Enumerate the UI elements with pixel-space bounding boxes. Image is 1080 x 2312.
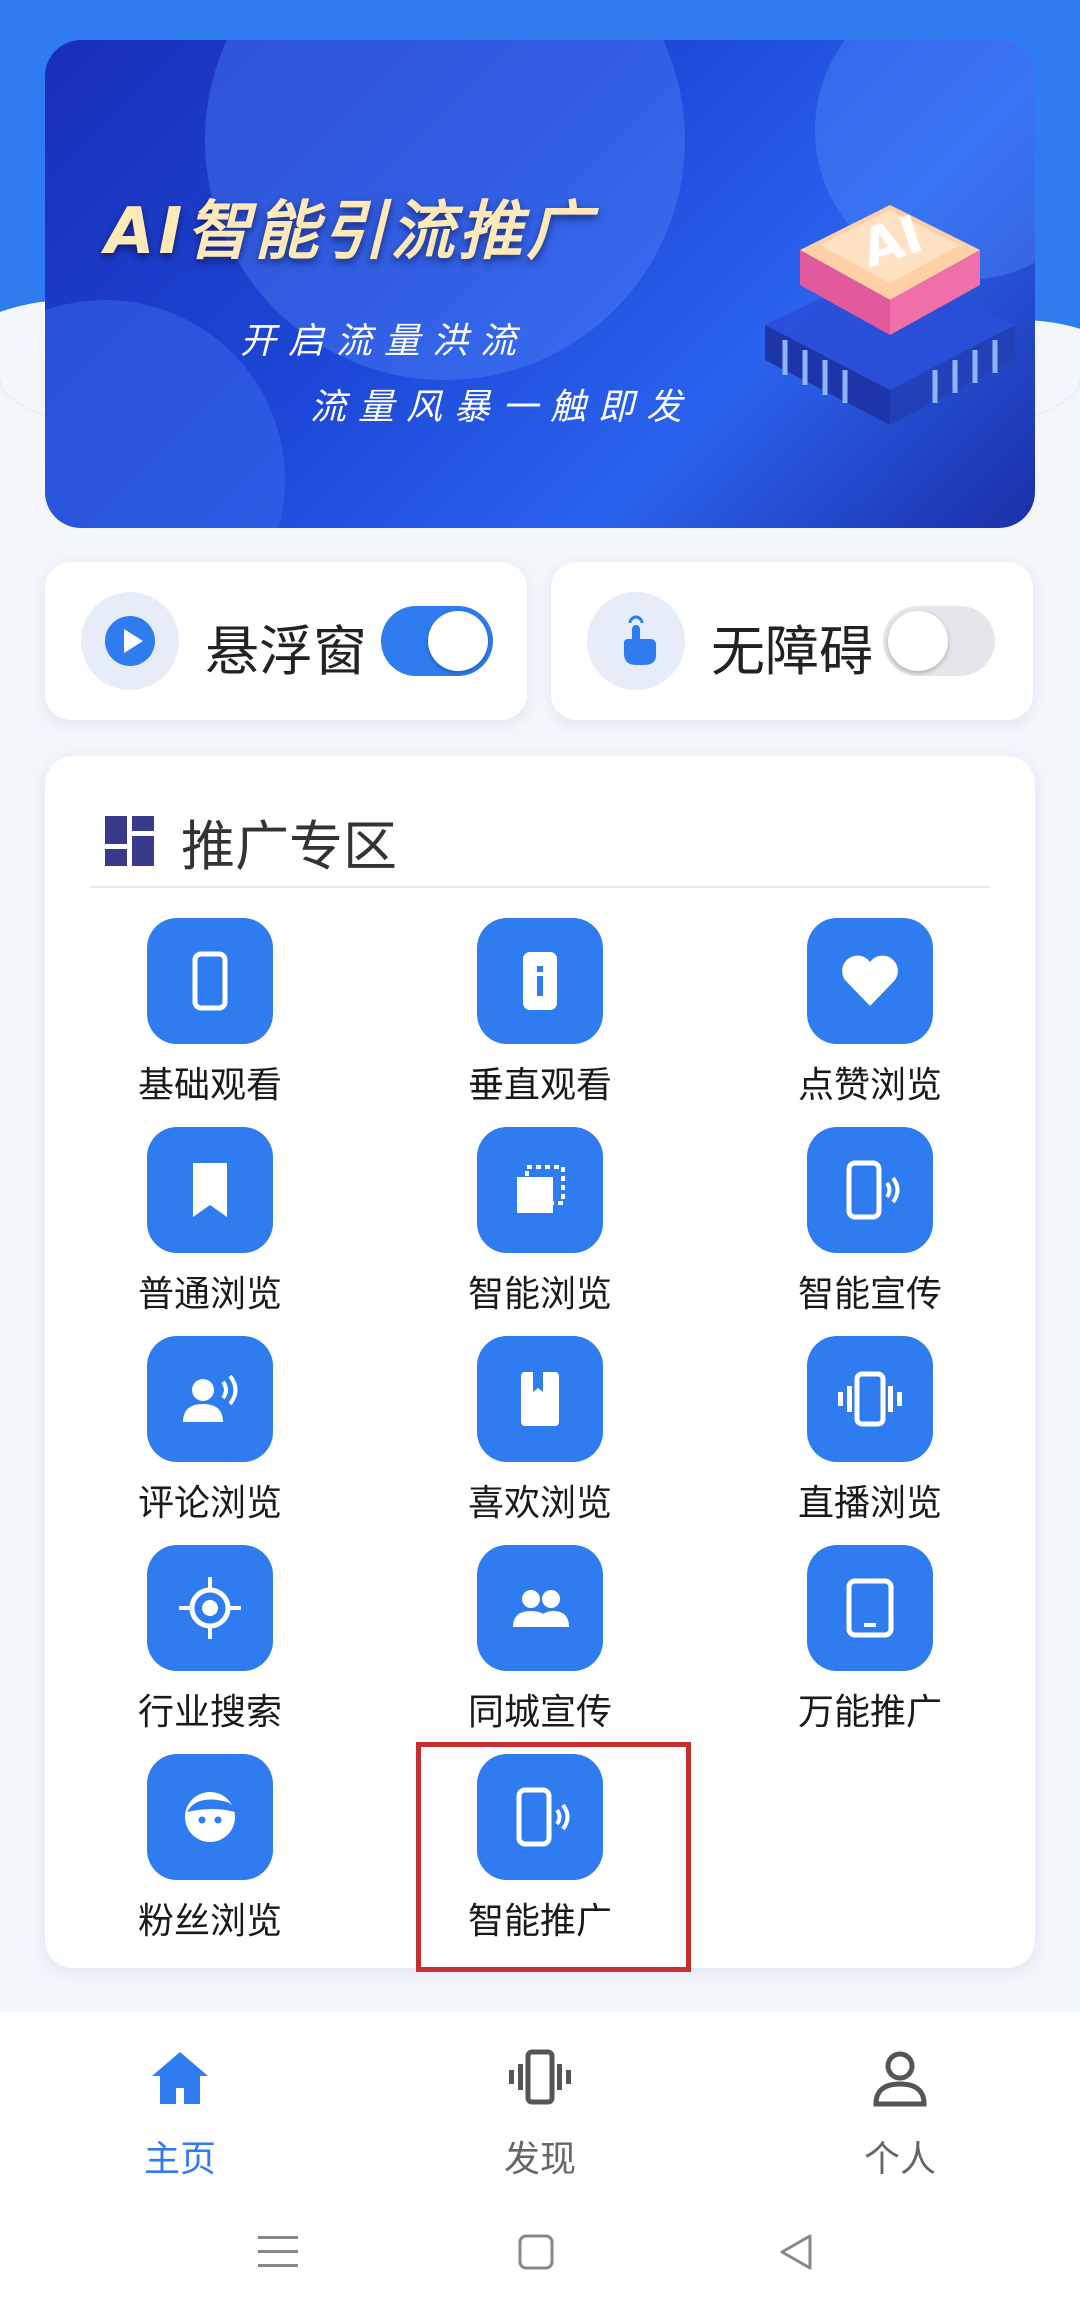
play-circle-icon	[81, 592, 179, 690]
promo-item-label: 粉丝浏览	[137, 1901, 282, 1942]
promo-item-label: 普通浏览	[137, 1274, 282, 1315]
floating-window-switch[interactable]	[381, 606, 493, 676]
ai-chip-illustration: AI	[765, 204, 1015, 425]
book-icon	[477, 1336, 603, 1462]
promo-item-label: 基础观看	[137, 1065, 282, 1106]
promo-item-comment-browse[interactable]: 评论浏览	[60, 1336, 360, 1536]
promo-item-label: 喜欢浏览	[467, 1483, 612, 1524]
layers-select-icon	[477, 1127, 603, 1253]
promo-item-label: 垂直观看	[467, 1065, 612, 1106]
promo-item-label: 行业搜索	[137, 1692, 282, 1733]
home-icon	[152, 2052, 208, 2104]
promo-item-live-browse[interactable]: 直播浏览	[720, 1336, 1020, 1536]
promo-item-label: 同城宣传	[467, 1692, 612, 1733]
back-triangle-icon[interactable]	[766, 2222, 826, 2282]
tablet-icon	[807, 1545, 933, 1671]
banner-subtitle-1: 开启流量洪流	[240, 321, 529, 362]
phone-icon	[147, 918, 273, 1044]
nav-discover[interactable]: 发现	[440, 2044, 640, 2180]
promo-item-smart-publicity[interactable]: 智能宣传	[720, 1127, 1020, 1327]
touch-hand-icon	[587, 592, 685, 690]
promo-item-local-publicity[interactable]: 同城宣传	[390, 1545, 690, 1745]
promo-item-label: 智能浏览	[467, 1274, 612, 1315]
promo-item-industry-search[interactable]: 行业搜索	[60, 1545, 360, 1745]
promo-zone-title: 推广专区	[181, 814, 397, 878]
nav-profile[interactable]: 个人	[800, 2044, 1000, 2180]
bottom-navigation: 主页 发现 个人	[0, 2012, 1080, 2182]
promo-item-normal-browse[interactable]: 普通浏览	[60, 1127, 360, 1327]
promo-item-smart-browse[interactable]: 智能浏览	[390, 1127, 690, 1327]
accessibility-card: 无障碍	[551, 562, 1033, 720]
vibrate-phone-icon	[509, 2049, 571, 2105]
heart-icon	[807, 918, 933, 1044]
system-navigation-bar	[0, 2182, 1080, 2312]
nav-discover-label: 发现	[503, 2139, 576, 2180]
phone-wave-icon	[807, 1127, 933, 1253]
promo-zone-header: 推广专区	[105, 806, 397, 878]
banner-subtitle-2: 流量风暴一触即发	[310, 387, 695, 428]
people-icon	[477, 1545, 603, 1671]
promo-item-label: 智能宣传	[797, 1274, 942, 1315]
banner-title: AI智能引流推广	[105, 195, 595, 269]
promo-item-universal-promotion[interactable]: 万能推广	[720, 1545, 1020, 1745]
nav-home-label: 主页	[143, 2139, 216, 2180]
promo-item-label: 直播浏览	[797, 1483, 942, 1524]
accessibility-label: 无障碍	[711, 620, 873, 683]
bookmark-icon	[147, 1127, 273, 1253]
promo-banner[interactable]: AI智能引流推广 开启流量洪流 流量风暴一触即发 AI	[45, 40, 1035, 528]
promo-item-label: 点赞浏览	[797, 1065, 942, 1106]
promo-item-vertical-watch[interactable]: 垂直观看	[390, 918, 690, 1118]
target-icon	[147, 1545, 273, 1671]
floating-window-card: 悬浮窗	[45, 562, 527, 720]
person-icon	[873, 2051, 927, 2107]
promo-item-fan-browse[interactable]: 粉丝浏览	[60, 1754, 360, 1954]
highlight-box	[416, 1742, 691, 1972]
accessibility-switch[interactable]	[883, 606, 995, 676]
nav-home[interactable]: 主页	[80, 2044, 280, 2180]
grid-icon	[105, 816, 154, 866]
voice-person-icon	[147, 1336, 273, 1462]
menu-icon[interactable]	[248, 2222, 308, 2282]
vibrate-phone-icon	[807, 1336, 933, 1462]
nav-profile-label: 个人	[863, 2139, 936, 2180]
home-square-icon[interactable]	[506, 2222, 566, 2282]
phone-info-icon	[477, 918, 603, 1044]
floating-window-label: 悬浮窗	[205, 620, 367, 683]
promo-item-like-browse[interactable]: 点赞浏览	[720, 918, 1020, 1118]
promo-item-label: 评论浏览	[137, 1483, 282, 1524]
face-icon	[147, 1754, 273, 1880]
promo-item-basic-watch[interactable]: 基础观看	[60, 918, 360, 1118]
promo-item-favorite-browse[interactable]: 喜欢浏览	[390, 1336, 690, 1536]
divider	[90, 886, 990, 888]
promo-item-label: 万能推广	[797, 1692, 942, 1733]
